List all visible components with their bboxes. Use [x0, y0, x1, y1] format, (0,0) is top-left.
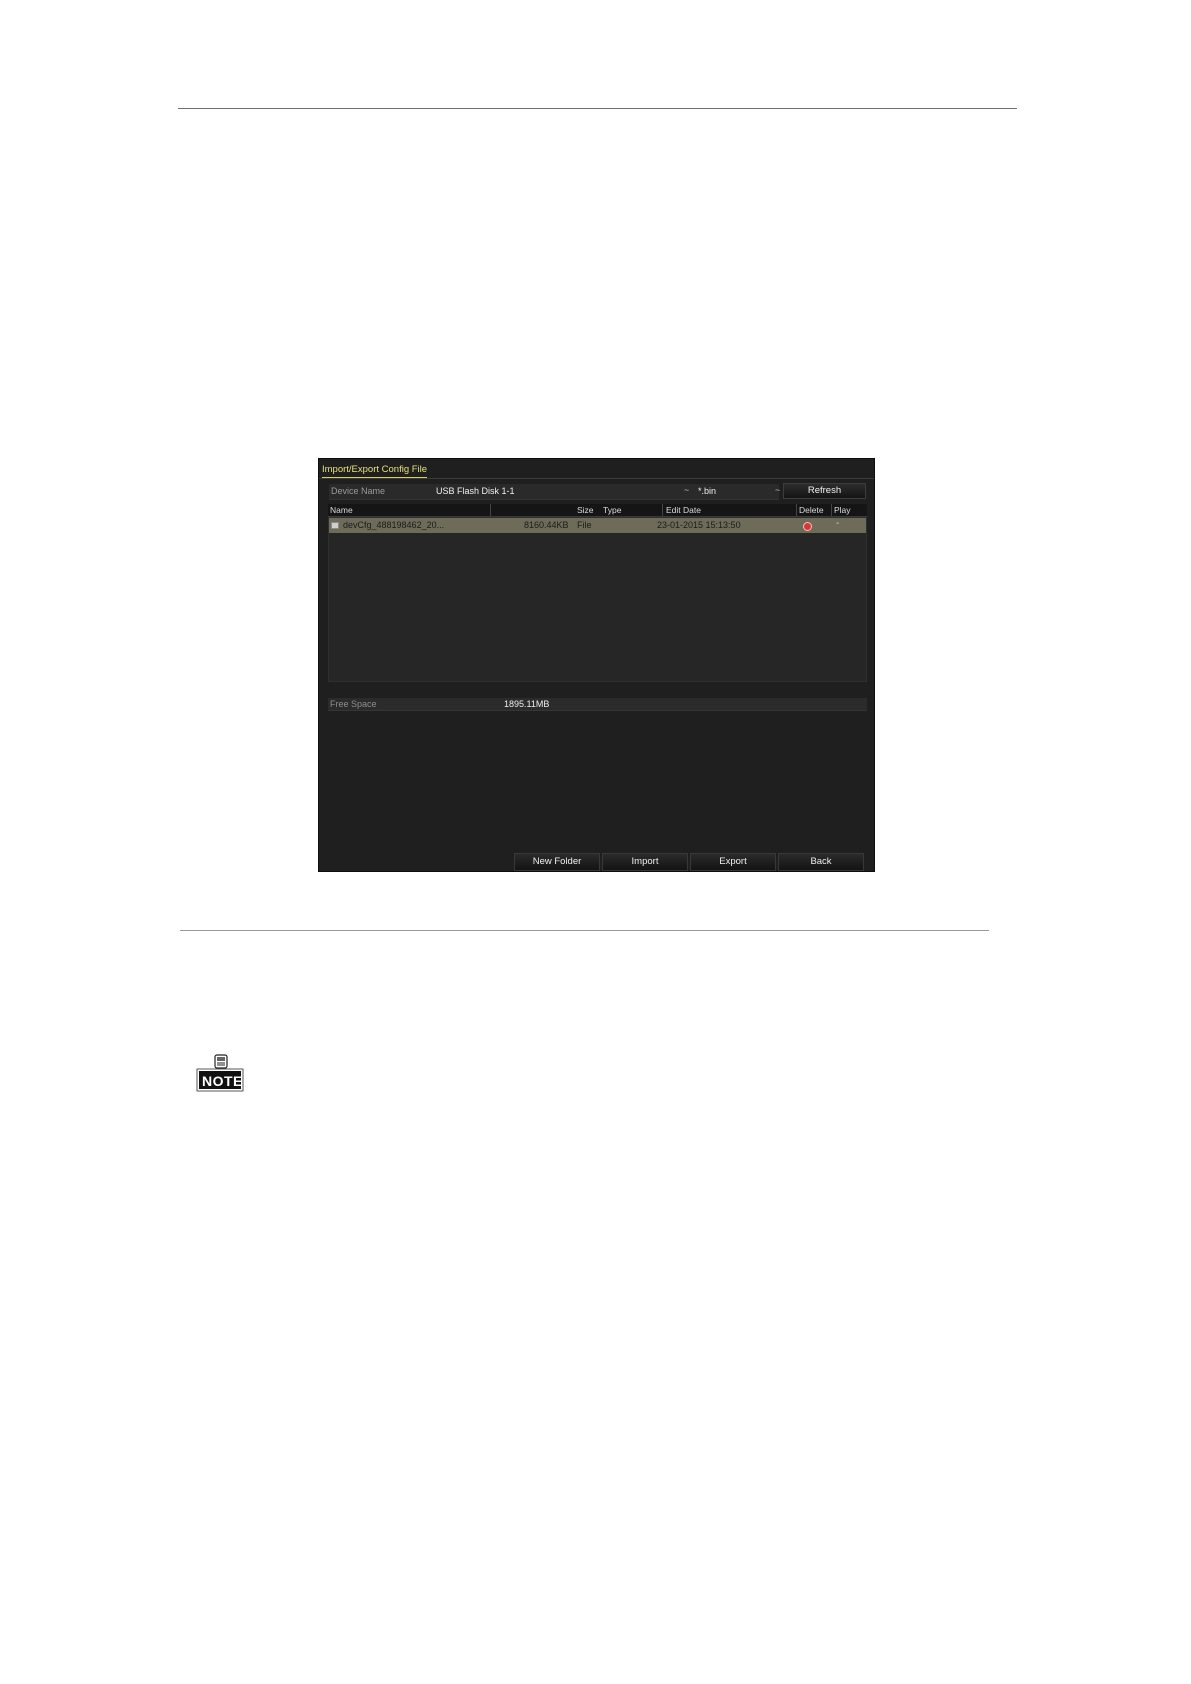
- device-name-row: Device Name USB Flash Disk 1-1 ~ *.bin ~: [329, 484, 780, 500]
- import-export-config-dialog: Import/Export Config File Device Name US…: [318, 458, 875, 872]
- table-row[interactable]: devCfg_488198462_20... 8160.44KB File 23…: [329, 518, 866, 533]
- column-header-delete[interactable]: Delete: [799, 505, 824, 515]
- column-header-size[interactable]: Size: [577, 505, 594, 515]
- bottom-divider: [180, 930, 989, 931]
- chevron-down-icon[interactable]: ~: [684, 485, 689, 495]
- file-type-filter-select[interactable]: *.bin: [698, 486, 716, 496]
- file-edit-date-cell: 23-01-2015 15:13:50: [657, 520, 741, 530]
- new-folder-button[interactable]: New Folder: [514, 853, 600, 871]
- back-button[interactable]: Back: [778, 853, 864, 871]
- note-icon: NOTE: [196, 1054, 244, 1092]
- free-space-label: Free Space: [330, 699, 377, 709]
- export-button[interactable]: Export: [690, 853, 776, 871]
- file-type-cell: File: [577, 520, 592, 530]
- column-divider: [490, 504, 491, 516]
- chevron-down-icon[interactable]: ~: [775, 485, 780, 495]
- column-divider: [796, 504, 797, 516]
- device-name-select[interactable]: USB Flash Disk 1-1: [436, 486, 515, 496]
- file-name-cell: devCfg_488198462_20...: [343, 520, 445, 530]
- title-underline: [319, 478, 874, 479]
- play-cell[interactable]: -: [836, 518, 839, 529]
- file-icon: [331, 522, 339, 529]
- file-list[interactable]: devCfg_488198462_20... 8160.44KB File 23…: [328, 517, 867, 682]
- top-divider: [178, 108, 1017, 109]
- refresh-button[interactable]: Refresh: [783, 483, 866, 499]
- column-header-play[interactable]: Play: [834, 505, 851, 515]
- file-table-header: Name Size Type Edit Date Delete Play: [328, 504, 867, 517]
- free-space-row: Free Space 1895.11MB: [328, 698, 867, 711]
- column-divider: [831, 504, 832, 516]
- column-header-type[interactable]: Type: [603, 505, 621, 515]
- dialog-button-bar: New Folder Import Export Back: [514, 853, 874, 871]
- column-divider: [662, 504, 663, 516]
- column-header-edit-date[interactable]: Edit Date: [666, 505, 701, 515]
- import-button[interactable]: Import: [602, 853, 688, 871]
- dialog-title: Import/Export Config File: [322, 464, 428, 479]
- free-space-value: 1895.11MB: [504, 699, 550, 709]
- file-size-cell: 8160.44KB: [524, 520, 569, 530]
- delete-icon[interactable]: [803, 522, 812, 531]
- column-header-name[interactable]: Name: [330, 505, 353, 515]
- device-name-label: Device Name: [331, 486, 386, 496]
- note-label: NOTE: [202, 1073, 243, 1089]
